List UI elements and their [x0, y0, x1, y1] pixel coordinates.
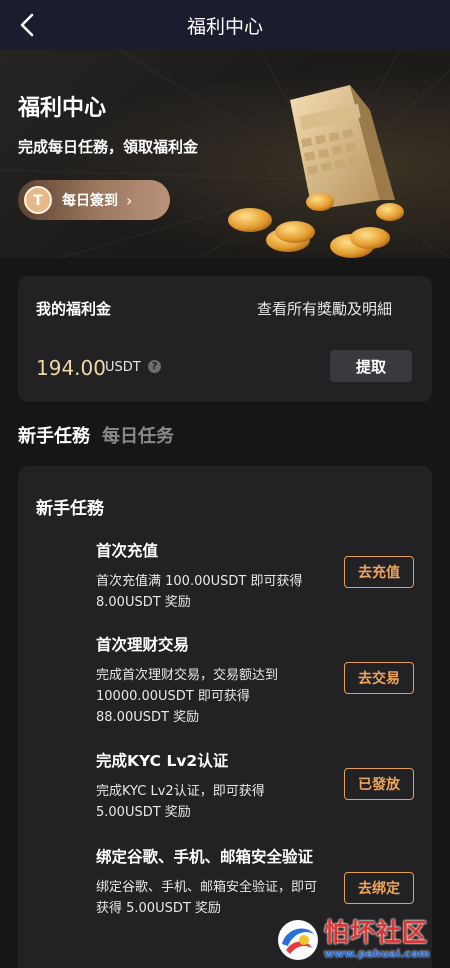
task-title: 绑定谷歌、手机、邮箱安全验证	[96, 848, 314, 866]
svg-text:T: T	[33, 193, 43, 209]
watermark: 怕坏社区 www.pahuai.com	[276, 916, 446, 964]
task-description: 完成首次理财交易，交易额达到 10000.00USDT 即可获得 88.00US…	[96, 668, 279, 725]
hero-title: 福利中心	[18, 96, 107, 121]
page-title: 福利中心	[186, 15, 263, 38]
task-title: 首次充值	[96, 542, 159, 560]
question-mark-icon[interactable]: ?	[148, 360, 161, 373]
back-button[interactable]	[14, 10, 40, 40]
welfare-balance-unit: USDT	[105, 360, 141, 375]
task-item: 首次理财交易 完成首次理财交易，交易额达到 10000.00USDT 即可获得 …	[96, 634, 416, 728]
tasks-heading: 新手任務	[36, 499, 104, 519]
view-all-rewards-link[interactable]: 查看所有獎勵及明細	[257, 298, 392, 319]
hero-banner: 福利中心 完成每日任務，領取福利金 T 每日簽到 ›	[0, 50, 450, 258]
task-action-button[interactable]: 去绑定	[344, 872, 414, 904]
task-item: 完成KYC Lv2认证 完成KYC Lv2认证，即可获得 5.00USDT 奖励…	[96, 750, 416, 823]
calendar-coins-illustration	[228, 85, 404, 258]
task-description: 完成KYC Lv2认证，即可获得 5.00USDT 奖励	[96, 784, 265, 820]
task-description: 绑定谷歌、手机、邮箱安全验证，即可获得 5.00USDT 奖励	[96, 880, 318, 916]
watermark-logo-icon	[278, 920, 318, 960]
hero-subtitle: 完成每日任務，領取福利金	[18, 138, 199, 156]
daily-checkin-label: 每日簽到	[62, 193, 118, 209]
daily-checkin-button[interactable]: T 每日簽到 ›	[18, 180, 170, 220]
welfare-balance-card: 我的福利金 查看所有獎勵及明細 194.00 USDT ? 提取	[18, 276, 432, 402]
chevron-left-icon	[20, 13, 34, 37]
task-action-button[interactable]: 去充值	[344, 556, 414, 588]
coin-icon: T	[18, 180, 58, 220]
watermark-text: 怕坏社区	[324, 918, 429, 947]
withdraw-button[interactable]: 提取	[330, 350, 412, 382]
welfare-balance-label: 我的福利金	[36, 300, 112, 318]
task-item: 绑定谷歌、手机、邮箱安全验证 绑定谷歌、手机、邮箱安全验证，即可获得 5.00U…	[96, 846, 416, 919]
chevron-right-icon: ›	[126, 190, 133, 210]
tab-beginner-tasks[interactable]: 新手任務	[18, 422, 90, 448]
task-item: 首次充值 首次充值满 100.00USDT 即可获得 8.00USDT 奖励 去…	[96, 540, 416, 613]
task-description: 首次充值满 100.00USDT 即可获得 8.00USDT 奖励	[96, 574, 303, 610]
tab-daily-tasks[interactable]: 每日任务	[102, 422, 174, 448]
beginner-tasks-card: 新手任務 首次充值 首次充值满 100.00USDT 即可获得 8.00USDT…	[18, 466, 432, 968]
task-title: 首次理财交易	[96, 636, 190, 654]
task-tabs: 新手任務 每日任务	[18, 422, 174, 448]
top-nav-bar: 福利中心	[0, 0, 450, 50]
task-action-button[interactable]: 去交易	[344, 662, 414, 694]
welfare-balance-amount: 194.00	[36, 356, 106, 380]
watermark-url: www.pahuai.com	[324, 947, 430, 960]
reward-issued-button[interactable]: 已發放	[344, 768, 414, 800]
task-title: 完成KYC Lv2认证	[96, 752, 229, 770]
